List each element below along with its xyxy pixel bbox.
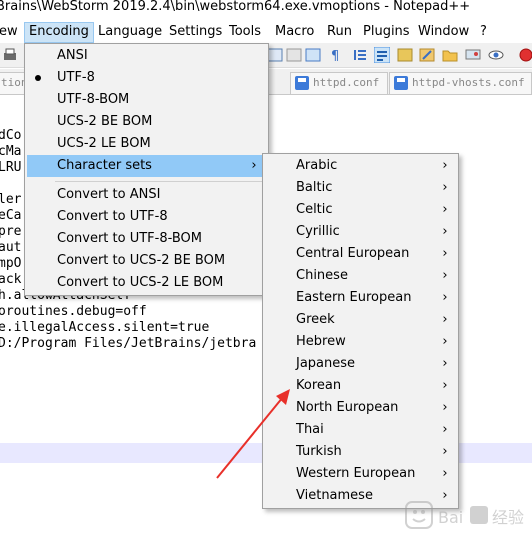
baidu-jingyan-watermark-logo: Bai 经验: [404, 494, 528, 534]
annotation-arrow: [216, 389, 290, 479]
svg-text:Bai: Bai: [438, 508, 463, 527]
svg-text:经验: 经验: [492, 508, 524, 527]
